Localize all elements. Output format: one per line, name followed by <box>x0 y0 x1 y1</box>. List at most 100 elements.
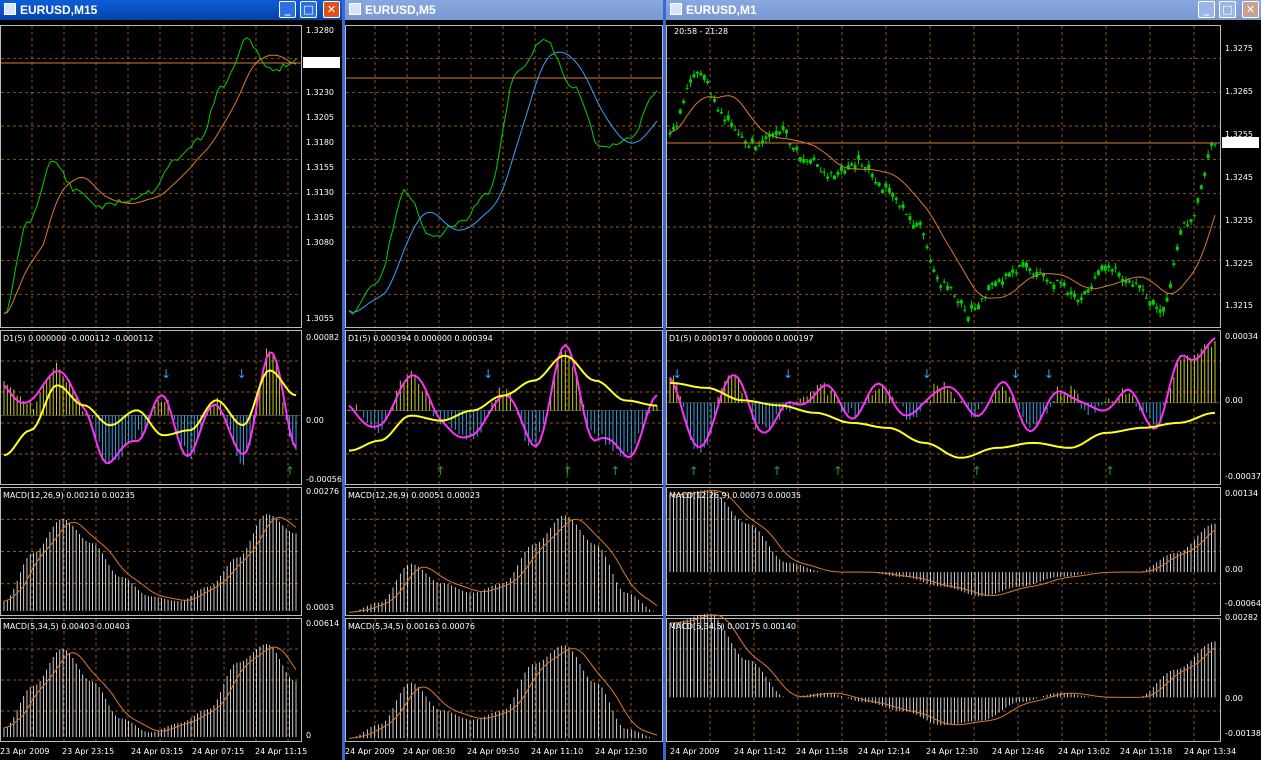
price-axis-tick: 1.3280 <box>306 26 334 35</box>
chart-window-m5[interactable]: EURUSD,M5 ↓ ↑ ↑ ↑ D1(5) 0.000394 0.000000 0.… <box>345 0 663 760</box>
panel-border <box>345 25 663 328</box>
window-title: EURUSD,M1 <box>686 3 757 17</box>
maximize-button[interactable]: □ <box>300 1 317 18</box>
close-button[interactable]: ✕ <box>323 1 340 18</box>
price-candle <box>976 304 980 310</box>
price-candle <box>850 163 854 166</box>
price-candle <box>685 87 689 89</box>
moving-average-line <box>3 54 297 315</box>
window-titlebar[interactable]: EURUSD,M5 <box>345 0 663 20</box>
price-candle <box>874 182 878 184</box>
price-candle <box>682 100 686 104</box>
time-axis-label: 24 Apr 08:30 <box>403 747 455 756</box>
time-axis-label: 24 Apr 11:15 <box>255 747 307 756</box>
price-candle <box>719 111 723 114</box>
price-candle <box>987 285 991 290</box>
price-candle <box>1110 269 1114 272</box>
price-candle <box>733 129 737 131</box>
price-candle <box>1134 282 1138 284</box>
minimize-button[interactable]: _ <box>279 1 296 18</box>
price-candle <box>1103 265 1107 271</box>
price-candle <box>980 298 984 300</box>
indicator-axis-tick: -0.00064 <box>1225 599 1261 608</box>
price-candle <box>1062 282 1066 286</box>
indicator-axis-tick: 0.00282 <box>1225 613 1258 622</box>
price-candle <box>939 285 943 288</box>
price-candle <box>1055 280 1059 282</box>
price-candle <box>740 136 744 138</box>
price-candle <box>973 307 977 310</box>
indicator-axis-tick: 0.00 <box>306 416 324 425</box>
down-arrow-icon: ↓ <box>922 367 932 381</box>
price-candle <box>668 132 672 135</box>
price-candle <box>723 119 727 122</box>
time-axis-label: 24 Apr 11:42 <box>734 747 786 756</box>
time-axis-label: 24 Apr 09:50 <box>467 747 519 756</box>
window-titlebar[interactable]: EURUSD,M1 _ □ ✕ <box>666 0 1261 20</box>
chart-window-m15[interactable]: EURUSD,M15 _ □ ✕ ↓ ↓ ↑ D1(5) 0.000000 -0.00… <box>0 0 342 760</box>
down-arrow-icon: ↓ <box>483 367 493 381</box>
price-candle <box>863 167 867 169</box>
up-arrow-icon: ↑ <box>972 464 982 478</box>
chart-area[interactable]: ↓ ↓ ↓ ↓ ↓ ↑ ↑ ↑ ↑ ↑ D1(5) 0.000197 0.000000 0.0001… <box>666 20 1261 760</box>
chart-area[interactable]: ↓ ↑ ↑ ↑ D1(5) 0.000394 0.000000 0.000394 MACD… <box>345 20 663 760</box>
price-candle <box>946 285 950 290</box>
price-line <box>3 37 297 315</box>
price-candle <box>713 98 717 102</box>
macd-signal-line <box>3 646 297 732</box>
up-arrow-icon: ↑ <box>285 464 295 478</box>
price-axis-tick: 1.3225 <box>1225 259 1253 268</box>
price-candle <box>1086 289 1090 293</box>
down-arrow-icon: ↓ <box>672 367 682 381</box>
time-axis-label: 24 Apr 11:10 <box>531 747 583 756</box>
price-candle <box>1093 276 1097 279</box>
minimize-button[interactable]: _ <box>1198 1 1215 18</box>
price-candle <box>1148 301 1152 306</box>
indicator-axis-tick: 0.00 <box>1225 565 1243 574</box>
price-axis-tick: 1.3155 <box>306 163 334 172</box>
price-candle <box>908 216 912 220</box>
price-candle <box>1114 267 1118 269</box>
price-candle <box>1004 273 1008 277</box>
indicator-label: MACD(12,26,9) 0.00073 0.00035 <box>669 491 801 500</box>
price-candle <box>1162 307 1166 312</box>
price-candle <box>1127 280 1131 283</box>
price-candle <box>949 287 953 289</box>
price-candle <box>1144 297 1148 299</box>
price-candle <box>925 246 929 249</box>
price-candle <box>1100 265 1104 271</box>
price-candle <box>1189 219 1193 223</box>
close-button[interactable]: ✕ <box>1242 1 1259 18</box>
price-axis-tick: 1.3230 <box>306 88 334 97</box>
price-candle <box>836 171 840 176</box>
window-title: EURUSD,M15 <box>20 3 98 17</box>
down-arrow-icon: ↓ <box>161 367 171 381</box>
indicator-label: MACD(5,34,5) 0.00163 0.00076 <box>348 622 475 631</box>
indicator-label: MACD(12,26,9) 0.00210 0.00235 <box>3 491 135 500</box>
chart-window-m1[interactable]: EURUSD,M1 _ □ ✕ ↓ ↓ ↓ ↓ ↓ ↑ ↑ ↑ ↑ ↑ D1(5) 0.000197… <box>666 0 1261 760</box>
price-candle <box>966 316 970 322</box>
price-axis-tick: 1.3080 <box>306 238 334 247</box>
indicator-axis-tick: -0.00037 <box>1225 472 1261 481</box>
maximize-button[interactable]: □ <box>1219 1 1236 18</box>
indicator-axis-tick: 0.00082 <box>306 333 339 342</box>
macd-signal-line <box>669 614 1216 726</box>
price-axis-tick: 1.3265 <box>1225 87 1253 96</box>
price-candle <box>959 300 963 304</box>
down-arrow-icon: ↓ <box>237 367 247 381</box>
price-candle <box>1031 273 1035 275</box>
window-title: EURUSD,M5 <box>365 3 436 17</box>
price-candle <box>747 145 751 148</box>
price-candle <box>774 130 778 136</box>
indicator-label: MACD(5,34,5) 0.00175 0.00140 <box>669 622 796 631</box>
price-candle <box>1168 283 1172 288</box>
price-candle <box>829 172 833 174</box>
window-titlebar[interactable]: EURUSD,M15 _ □ ✕ <box>0 0 342 20</box>
chart-window-icon <box>670 3 682 15</box>
price-candle <box>675 125 679 127</box>
time-axis-label: 24 Apr 13:18 <box>1120 747 1172 756</box>
price-axis-tick: 1.3105 <box>306 213 334 222</box>
chart-area[interactable]: ↓ ↓ ↑ D1(5) 0.000000 -0.000112 -0.000112 MAC… <box>0 20 342 760</box>
price-candle <box>1011 269 1015 273</box>
time-axis-label: 24 Apr 12:30 <box>595 747 647 756</box>
